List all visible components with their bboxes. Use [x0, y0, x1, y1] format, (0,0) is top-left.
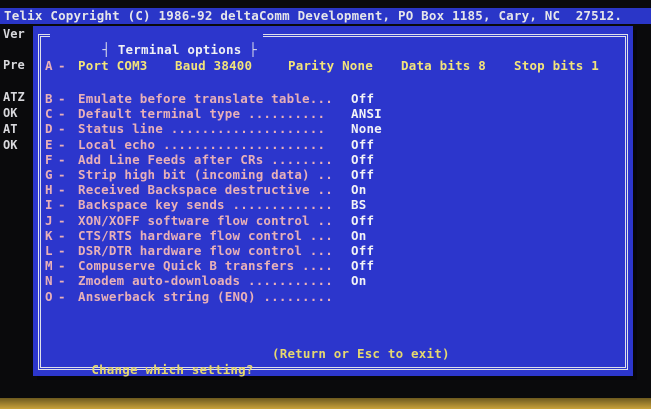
option-row-n[interactable]: N - Zmodem auto-downloads ........... On	[45, 273, 605, 289]
option-key-f: F	[45, 151, 53, 167]
option-label: Backspace key sends .............	[78, 197, 333, 213]
option-key-e: E	[45, 136, 53, 152]
option-value: On	[351, 182, 367, 198]
bg-text-atz: ATZ	[3, 90, 25, 104]
option-value: Off	[351, 212, 375, 228]
option-key-h: H	[45, 182, 53, 198]
option-label: Emulate before translate table...	[78, 91, 333, 106]
option-key-o: O	[45, 288, 53, 304]
option-key-l: L	[45, 243, 53, 258]
option-value: Off	[351, 258, 375, 274]
option-value: None	[351, 121, 382, 137]
data-bits-setting: Data bits 8	[401, 58, 486, 73]
bg-text-at: AT	[3, 122, 18, 136]
option-label: DSR/DTR hardware flow control ...	[78, 243, 333, 258]
dialog-title: ┤ Terminal options ├	[50, 26, 263, 57]
dialog-title-text: Terminal options	[117, 42, 242, 57]
option-value: BS	[351, 197, 367, 213]
option-row-c[interactable]: C - Default terminal type .......... ANSI	[45, 106, 605, 122]
option-row-d[interactable]: D - Status line .................... None	[45, 121, 605, 137]
option-value: Off	[351, 167, 375, 182]
option-label: Answerback string (ENQ) .........	[78, 288, 333, 304]
bg-text-ok2: OK	[3, 138, 18, 152]
port-setting: Port COM3	[78, 58, 148, 73]
option-row-l[interactable]: L - DSR/DTR hardware flow control ... Off	[45, 243, 605, 259]
option-key-j: J	[45, 212, 53, 228]
parity-setting: Parity None	[288, 58, 373, 73]
terminal-screen: Telix Copyright (C) 1986-92 deltaComm De…	[0, 0, 651, 398]
option-label: Default terminal type ..........	[78, 106, 326, 122]
option-label: Strip high bit (incoming data) ..	[78, 167, 333, 182]
option-value: Off	[351, 243, 375, 258]
option-row-a[interactable]: A - Port COM3 Baud 38400 Parity None Dat…	[45, 58, 625, 74]
option-row-f[interactable]: F - Add Line Feeds after CRs ........ Off	[45, 152, 605, 168]
option-row-i[interactable]: I - Backspace key sends ............. BS	[45, 197, 605, 213]
exit-hint: (Return or Esc to exit)	[272, 346, 450, 361]
option-value: Off	[351, 136, 375, 152]
option-label: CTS/RTS hardware flow control ...	[78, 227, 333, 243]
option-value: On	[351, 273, 367, 289]
option-value: Off	[351, 151, 375, 167]
option-key-c: C	[45, 106, 53, 122]
bg-text-pre: Pre	[3, 58, 25, 72]
bg-text-ok: OK	[3, 106, 18, 120]
option-row-h[interactable]: H - Received Backspace destructive .. On	[45, 182, 605, 198]
option-label: Local echo .....................	[78, 136, 326, 152]
option-value: ANSI	[351, 106, 382, 122]
baud-setting: Baud 38400	[175, 58, 253, 73]
option-label: Compuserve Quick B transfers ....	[78, 258, 333, 274]
option-label: Zmodem auto-downloads ...........	[78, 273, 333, 289]
option-key-g: G	[45, 167, 53, 182]
option-key-d: D	[45, 121, 53, 137]
option-value: Off	[351, 91, 375, 106]
option-row-j[interactable]: J - XON/XOFF software flow control .. Off	[45, 213, 605, 229]
option-key-a: A	[45, 58, 53, 73]
stop-bits-setting: Stop bits 1	[514, 58, 599, 73]
option-row-e[interactable]: E - Local echo ..................... Off	[45, 137, 605, 153]
option-label: XON/XOFF software flow control ..	[78, 212, 333, 228]
bg-text-ver: Ver	[3, 27, 25, 41]
monitor-bezel	[0, 398, 651, 409]
option-label: Received Backspace destructive ..	[78, 182, 333, 198]
option-value: On	[351, 227, 367, 243]
prompt-line: Change which setting?	[45, 346, 254, 394]
option-row-m[interactable]: M - Compuserve Quick B transfers .... Off	[45, 258, 605, 274]
option-key-m: M	[45, 258, 53, 274]
option-key-n: N	[45, 273, 53, 289]
change-setting-prompt: Change which setting?	[91, 362, 254, 377]
option-row-g[interactable]: G - Strip high bit (incoming data) .. Off	[45, 167, 605, 183]
option-key-i: I	[45, 197, 53, 213]
copyright-title: Telix Copyright (C) 1986-92 deltaComm De…	[4, 8, 623, 23]
option-label: Status line ....................	[78, 121, 326, 137]
terminal-options-dialog: ┤ Terminal options ├ A - Port COM3 Baud …	[33, 26, 633, 377]
option-key-k: K	[45, 227, 53, 243]
option-row-k[interactable]: K - CTS/RTS hardware flow control ... On	[45, 228, 605, 244]
option-key-b: B	[45, 91, 53, 106]
option-row-b[interactable]: B - Emulate before translate table... Off	[45, 91, 605, 107]
option-row-o[interactable]: O - Answerback string (ENQ) .........	[45, 289, 605, 305]
option-label: Add Line Feeds after CRs ........	[78, 151, 333, 167]
